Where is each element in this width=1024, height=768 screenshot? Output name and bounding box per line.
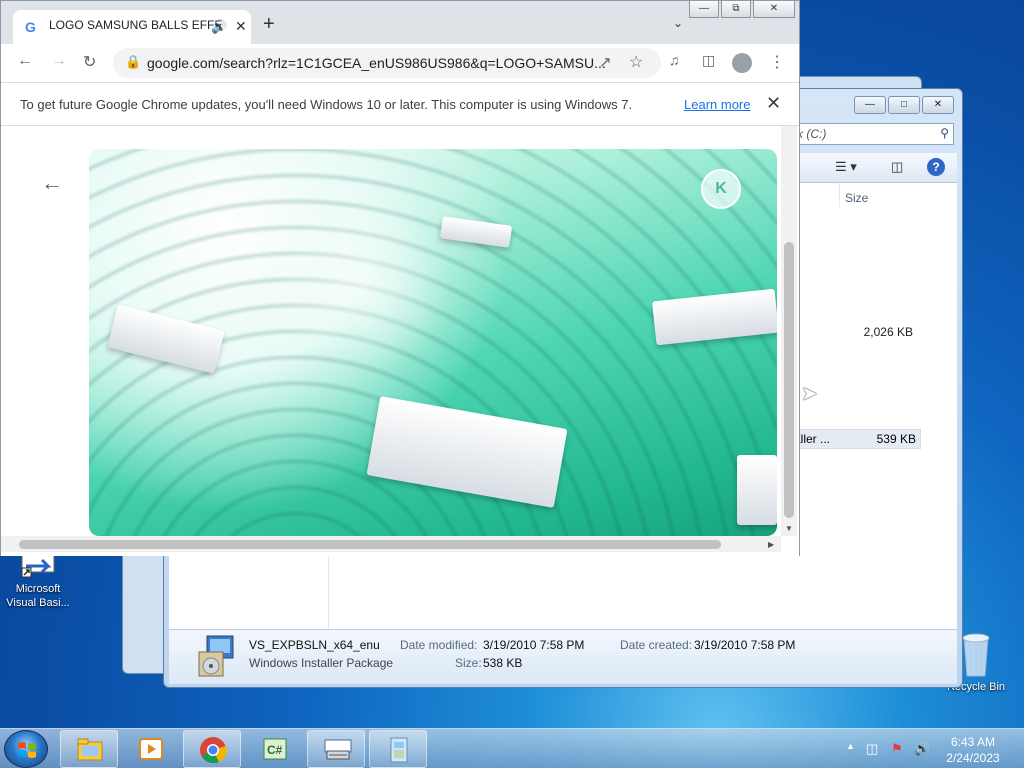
clock-date: 2/24/2023	[946, 751, 1000, 765]
installer-package-icon	[198, 635, 234, 677]
browser-tab[interactable]: G LOGO SAMSUNG BALLS EFFE 🔊 ✕	[13, 10, 251, 44]
infobar-message: To get future Google Chrome updates, you…	[20, 97, 633, 112]
network-icon[interactable]: ◫	[866, 741, 878, 757]
browser-toolbar: ← → ↻ 🔒 google.com/search?rlz=1C1GCEA_en…	[1, 44, 799, 82]
media-control-icon[interactable]: ♫	[669, 52, 680, 68]
csharp-icon: C#	[263, 738, 287, 760]
close-tab-icon[interactable]: ✕	[235, 18, 247, 35]
system-clock[interactable]: 6:43 AM 2/24/2023	[936, 734, 1010, 766]
close-button[interactable]: ✕	[753, 1, 795, 18]
forward-arrow-icon[interactable]: →	[51, 52, 67, 70]
date-created-value: 3/19/2010 7:58 PM	[694, 638, 796, 652]
kinemaster-logo: K	[701, 169, 741, 209]
minimize-button[interactable]: —	[854, 96, 886, 114]
side-panel-icon[interactable]: ◫	[702, 52, 715, 69]
file-size: 2,026 KB	[863, 325, 913, 339]
learn-more-link[interactable]: Learn more	[684, 97, 750, 112]
chrome-window-controls: — ⧉ ✕	[689, 1, 795, 18]
image-back-arrow-icon[interactable]: ←	[41, 170, 63, 196]
taskbar-app-csharp[interactable]: C#	[245, 730, 303, 768]
taskbar-app-installer[interactable]	[369, 730, 427, 768]
chrome-icon	[200, 737, 227, 764]
keyboard-icon	[324, 739, 352, 760]
svg-text:C#: C#	[267, 743, 283, 757]
column-header-size[interactable]: Size	[845, 191, 868, 205]
installer-icon	[390, 737, 408, 763]
scroll-right-arrow-icon[interactable]: ▶	[768, 540, 774, 549]
profile-avatar[interactable]	[732, 53, 752, 73]
desktop-icon-label: Microsoft	[15, 583, 61, 595]
horizontal-scrollbar-thumb[interactable]	[19, 540, 721, 549]
share-icon[interactable]: ↗	[599, 53, 612, 71]
maximize-button[interactable]: □	[888, 96, 920, 114]
scroll-down-arrow-icon[interactable]: ▼	[785, 524, 793, 533]
lock-icon[interactable]: 🔒	[125, 54, 141, 70]
taskbar-app-explorer[interactable]	[60, 730, 118, 768]
media-player-icon	[139, 738, 163, 760]
file-name: VS_EXPBSLN_x64_enu	[249, 638, 380, 652]
bookmark-star-icon[interactable]: ☆	[629, 52, 643, 72]
reload-icon[interactable]: ↻	[83, 52, 96, 72]
vertical-scrollbar-thumb[interactable]	[784, 242, 794, 518]
white-block	[737, 455, 777, 525]
details-pane: VS_EXPBSLN_x64_enu Windows Installer Pac…	[169, 629, 957, 684]
taskbar-app-keyboard[interactable]	[307, 730, 365, 768]
date-created-label: Date created:	[620, 638, 693, 652]
tab-search-chevron-icon[interactable]: ⌄	[673, 16, 683, 30]
size-value: 538 KB	[483, 656, 523, 670]
date-modified-label: Date modified:	[400, 638, 478, 652]
recycle-bin-icon	[962, 633, 990, 677]
chrome-window[interactable]: G LOGO SAMSUNG BALLS EFFE 🔊 ✕ + ⌄ — ⧉ ✕ …	[0, 0, 800, 556]
view-options-icon[interactable]: ☰ ▾	[835, 159, 857, 175]
file-type: Windows Installer Package	[249, 656, 394, 670]
column-divider	[839, 183, 840, 207]
desktop-icon-visual-basic[interactable]: Microsoft Visual Basi...	[0, 550, 76, 610]
folder-icon	[77, 738, 103, 761]
address-bar[interactable]: 🔒 google.com/search?rlz=1C1GCEA_enUS986U…	[113, 48, 661, 78]
update-infobar: To get future Google Chrome updates, you…	[1, 82, 799, 126]
preview-pane-icon[interactable]: ◫	[891, 159, 903, 175]
taskbar-app-chrome[interactable]	[183, 730, 241, 768]
mouse-cursor-icon: ➤	[801, 383, 818, 405]
back-arrow-icon[interactable]: ←	[17, 52, 33, 70]
date-modified-value: 3/19/2010 7:58 PM	[483, 638, 585, 652]
size-label: Size:	[455, 656, 482, 670]
minimize-button[interactable]: —	[689, 1, 719, 18]
restore-button[interactable]: ⧉	[721, 1, 751, 18]
google-favicon-icon: G	[25, 19, 36, 35]
page-content: ← K ▼ ▶	[1, 126, 799, 556]
audio-playing-icon[interactable]: 🔊	[211, 19, 227, 35]
new-tab-button[interactable]: +	[263, 14, 275, 34]
tab-title: LOGO SAMSUNG BALLS EFFE	[49, 18, 223, 32]
table-row[interactable]: aller ... 539 KB	[794, 429, 921, 449]
windows-logo-icon	[18, 742, 36, 758]
file-size: 539 KB	[876, 432, 916, 446]
search-icon[interactable]: ⚲	[940, 126, 949, 140]
start-button[interactable]	[4, 730, 48, 768]
desktop-icon-label: Visual Basi...	[6, 597, 70, 609]
url-text: google.com/search?rlz=1C1GCEA_enUS986US9…	[147, 55, 606, 71]
taskbar: C# ▲ ◫ ⚑ 🔊 6:43 AM 2/24/2023	[0, 728, 1024, 768]
preview-image[interactable]: K	[89, 149, 777, 536]
close-button[interactable]: ✕	[922, 96, 954, 114]
show-hidden-icons-chevron-icon[interactable]: ▲	[846, 741, 855, 751]
explorer-window-controls: — □ ✕	[854, 96, 954, 114]
taskbar-app-media-player[interactable]	[121, 730, 179, 768]
help-icon[interactable]: ?	[927, 158, 945, 176]
volume-icon[interactable]: 🔊	[914, 741, 930, 757]
close-infobar-icon[interactable]: ✕	[766, 93, 781, 114]
clock-time: 6:43 AM	[950, 735, 996, 749]
menu-kebab-icon[interactable]: ⋮	[769, 52, 785, 72]
search-input[interactable]: sk (C:) ⚲	[784, 123, 954, 145]
action-center-flag-icon[interactable]: ⚑	[891, 741, 903, 757]
